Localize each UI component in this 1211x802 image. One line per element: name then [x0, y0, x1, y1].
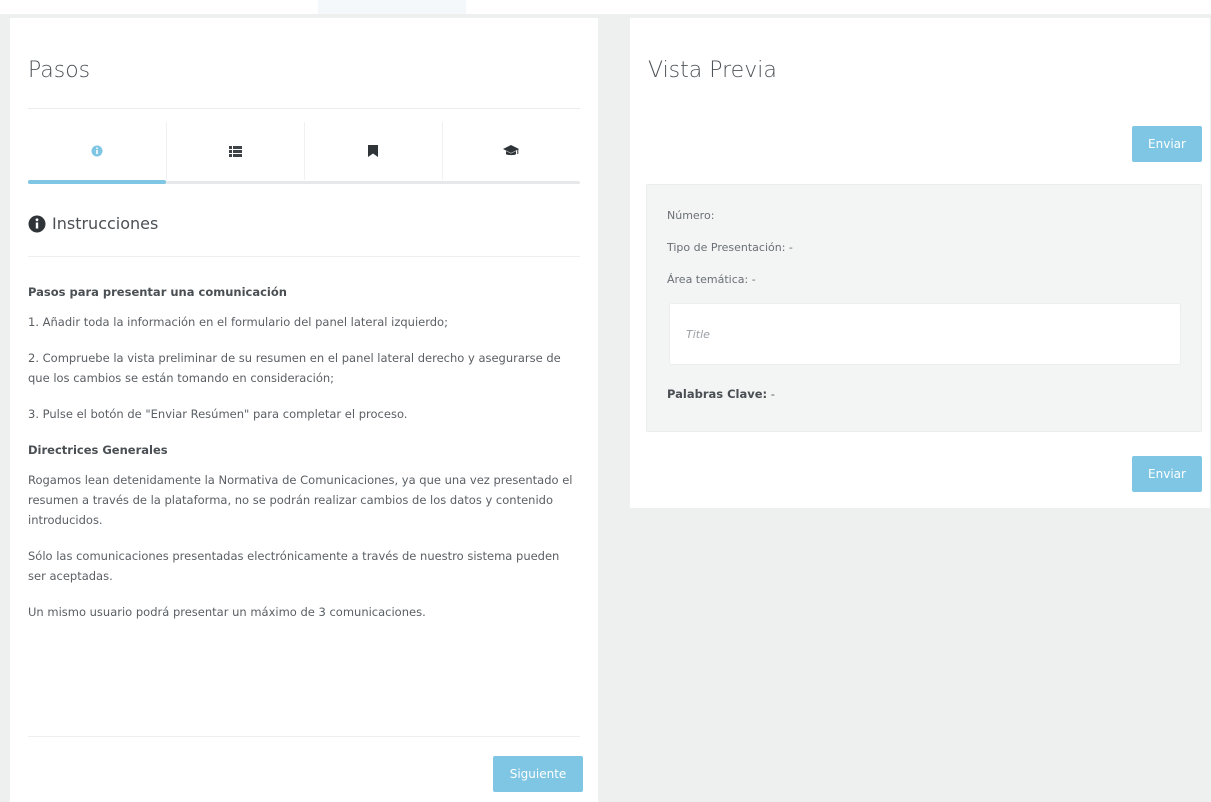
numero-label: Número: — [667, 209, 715, 222]
title-divider — [28, 108, 580, 109]
step-2: 2. Compruebe la vista preliminar de su r… — [28, 351, 561, 385]
top-tab-hint — [318, 0, 466, 14]
tab-info[interactable] — [28, 118, 166, 184]
steps-title: Pasos — [28, 58, 91, 83]
steps-heading: Pasos para presentar una comunicación — [28, 285, 287, 299]
step-1: 1. Añadir toda la información en el form… — [28, 315, 448, 329]
title-preview: Title — [669, 303, 1181, 365]
tab-list[interactable] — [166, 118, 304, 184]
list-icon — [228, 145, 242, 157]
top-strip — [0, 0, 1211, 14]
preview-box: Número: Tipo de Presentación: - Área tem… — [646, 184, 1202, 432]
area-tematica-label: Área temática: - — [667, 273, 756, 286]
steps-tabs — [28, 118, 580, 184]
guideline-3: Un mismo usuario podrá presentar un máxi… — [28, 605, 426, 619]
bottom-divider — [28, 736, 580, 737]
steps-panel: Pasos Instrucciones Pasos para presentar… — [10, 18, 598, 802]
guideline-1: Rogamos lean detenidamente la Normativa … — [28, 473, 573, 527]
tab-bookmark[interactable] — [304, 118, 442, 184]
keywords-row: Palabras Clave: - — [667, 387, 775, 401]
instructions-title: Instrucciones — [52, 214, 159, 233]
instructions-content: Pasos para presentar una comunicación 1.… — [28, 282, 580, 638]
guideline-2: Sólo las comunicaciones presentadas elec… — [28, 549, 560, 583]
guidelines-heading: Directrices Generales — [28, 443, 168, 457]
graduation-cap-icon — [503, 145, 519, 156]
keywords-label: Palabras Clave: — [667, 387, 768, 401]
preview-panel: Vista Previa Enviar Número: Tipo de Pres… — [630, 18, 1210, 508]
bookmark-icon — [368, 145, 378, 157]
tab-graduation[interactable] — [442, 118, 580, 184]
keywords-value: - — [767, 387, 775, 401]
step-3: 3. Pulse el botón de "Enviar Resúmen" pa… — [28, 407, 408, 421]
send-button-top[interactable]: Enviar — [1132, 126, 1202, 162]
info-circle-icon — [28, 215, 46, 232]
tipo-presentacion-label: Tipo de Presentación: - — [667, 241, 793, 254]
preview-title: Vista Previa — [648, 58, 777, 83]
section-divider — [28, 256, 580, 257]
send-button-bottom[interactable]: Enviar — [1132, 456, 1202, 492]
next-button[interactable]: Siguiente — [493, 756, 583, 792]
instructions-header: Instrucciones — [28, 214, 158, 233]
info-circle-icon — [91, 145, 103, 157]
tabs-active-indicator — [28, 180, 166, 184]
